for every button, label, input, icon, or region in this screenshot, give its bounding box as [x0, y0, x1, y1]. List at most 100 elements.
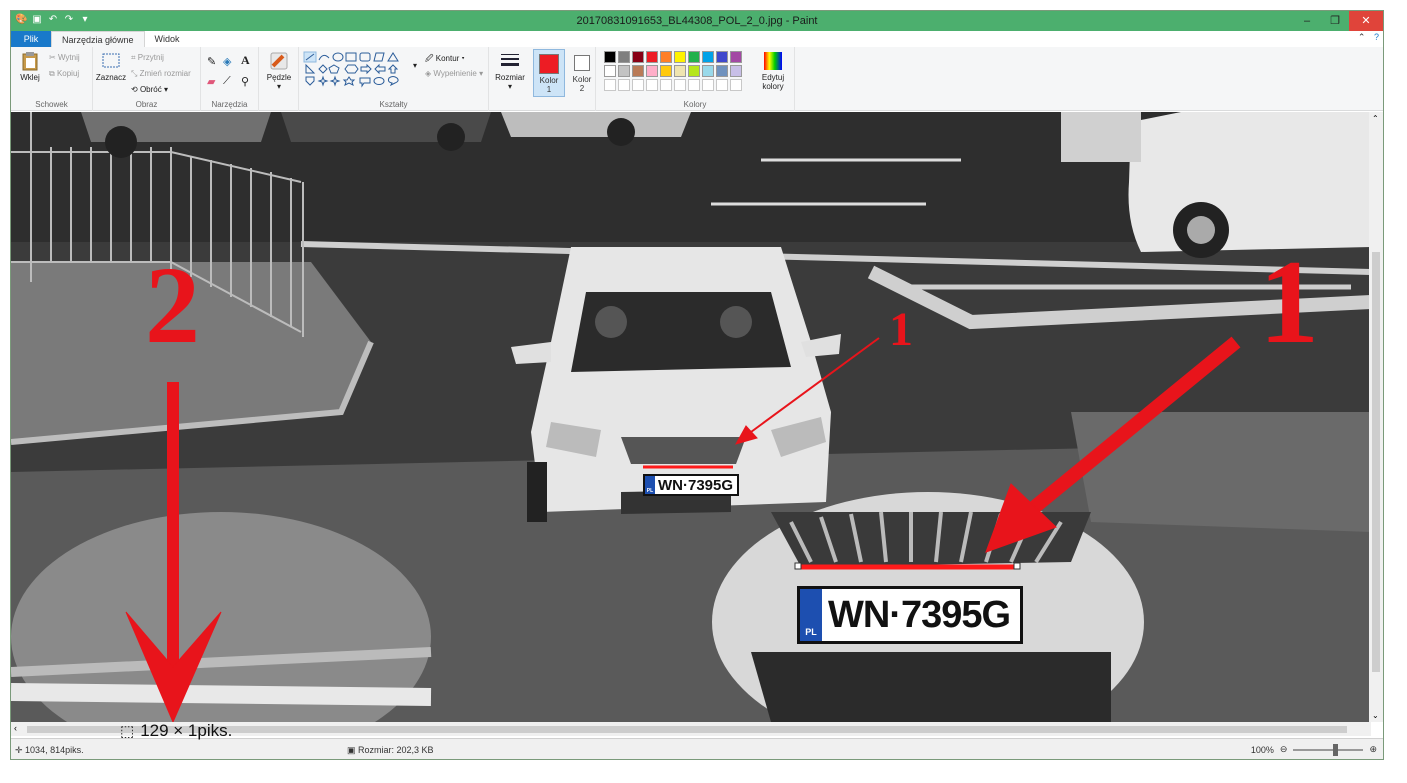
file-size: ▣ Rozmiar: 202,3 KB [347, 745, 434, 755]
maximize-button[interactable]: ❐ [1321, 11, 1349, 31]
rotate-icon: ⟲ [131, 85, 140, 94]
pencil-icon[interactable]: ✎ [207, 55, 216, 68]
scroll-up-icon[interactable]: ⌃ [1372, 114, 1379, 123]
paste-button[interactable]: Wklej [17, 51, 43, 82]
selection-size-readout: ⬚ 129 × 1piks. [120, 721, 233, 740]
palette-swatch[interactable] [730, 65, 742, 77]
group-label-image: Obraz [135, 100, 158, 109]
paint-window: 🎨 ▣ ↶ ↷ ▾ 20170831091653_BL44308_POL_2_0… [10, 10, 1384, 760]
palette-swatch[interactable] [660, 51, 672, 63]
minimize-button[interactable]: – [1293, 11, 1321, 31]
collapse-ribbon-icon[interactable]: ⌃ [1358, 32, 1366, 42]
palette-swatch[interactable] [604, 65, 616, 77]
size-button[interactable]: Rozmiar ▾ [493, 51, 527, 91]
palette-swatch[interactable] [730, 51, 742, 63]
outline-button[interactable]: 🖉 Kontur ▾ [425, 53, 465, 67]
text-tool-icon[interactable]: A [241, 53, 250, 68]
copy-icon: ⧉ [49, 69, 57, 78]
palette-swatch[interactable] [674, 79, 686, 91]
resize-icon: ⤡ [131, 69, 140, 78]
shapes-scroll-icon[interactable]: ▾ [413, 61, 417, 70]
title-bar: 🎨 ▣ ↶ ↷ ▾ 20170831091653_BL44308_POL_2_0… [11, 11, 1383, 31]
palette-swatch[interactable] [604, 79, 616, 91]
close-button[interactable]: ✕ [1349, 11, 1383, 31]
clipboard-icon [22, 52, 38, 71]
ribbon-tabs: Plik Narzędzia główne Widok [11, 31, 1383, 47]
palette-swatch[interactable] [716, 79, 728, 91]
eraser-icon[interactable]: ▰ [207, 75, 215, 88]
palette-swatch[interactable] [646, 65, 658, 77]
palette-swatch[interactable] [604, 51, 616, 63]
vertical-scrollbar[interactable]: ⌃ ⌄ [1369, 112, 1383, 722]
palette-swatch[interactable] [716, 65, 728, 77]
shapes-gallery[interactable] [303, 51, 413, 91]
cut-button[interactable]: ✂ Wytnij [49, 53, 80, 62]
label-1-small: 1 [889, 303, 913, 356]
palette-swatch[interactable] [674, 51, 686, 63]
copy-button[interactable]: ⧉ Kopiuj [49, 69, 79, 79]
palette-swatch[interactable] [646, 79, 658, 91]
palette-swatch[interactable] [674, 65, 686, 77]
palette-swatch[interactable] [702, 79, 714, 91]
scroll-down-icon[interactable]: ⌄ [1372, 711, 1379, 720]
group-colors: Edytuj kolory Kolory [595, 47, 795, 111]
zoom-out-icon[interactable]: ⊖ [1280, 744, 1288, 755]
color-picker-icon[interactable]: ⟋ [223, 75, 231, 88]
crop-icon: ⌗ [131, 53, 138, 62]
label-1-big: 1 [1259, 235, 1319, 368]
group-size: Rozmiar ▾ [489, 47, 531, 111]
zoom-control: 100% ⊖ ⊕ [1250, 743, 1377, 756]
palette-swatch[interactable] [646, 51, 658, 63]
select-rectangle-icon [102, 53, 120, 68]
palette-swatch[interactable] [660, 65, 672, 77]
line-width-icon [501, 54, 519, 66]
palette-swatch[interactable] [688, 79, 700, 91]
group-clipboard: Wklej ✂ Wytnij ⧉ Kopiuj Schowek [11, 47, 93, 111]
palette-swatch[interactable] [716, 51, 728, 63]
window-title: 20170831091653_BL44308_POL_2_0.jpg - Pai… [576, 15, 818, 27]
zoom-level: 100% [1250, 744, 1274, 755]
rotate-button[interactable]: ⟲ Obróć ▾ [131, 85, 168, 94]
zoom-in-icon[interactable]: ⊕ [1369, 744, 1377, 755]
edit-colors-button[interactable]: Edytuj kolory [756, 51, 790, 91]
help-icon[interactable]: ? [1374, 32, 1379, 42]
tab-view[interactable]: Widok [145, 31, 190, 47]
license-plate-zoomed: PL WN·7395G [797, 586, 1023, 644]
palette-swatch[interactable] [660, 79, 672, 91]
select-button[interactable]: Zaznacz [95, 51, 127, 82]
palette-swatch[interactable] [702, 65, 714, 77]
palette-swatch[interactable] [632, 79, 644, 91]
palette-swatch[interactable] [688, 65, 700, 77]
eu-band: PL [645, 476, 655, 494]
zoom-slider[interactable] [1293, 743, 1364, 756]
group-tools: ✎ ◈ A ▰ ⟋ ⚲ Narzędzia [201, 47, 259, 111]
photo-image [11, 112, 1371, 722]
color1-swatch [539, 54, 559, 74]
ribbon: Wklej ✂ Wytnij ⧉ Kopiuj Schowek Zaznacz … [11, 47, 1383, 111]
color-wheel-icon [764, 52, 782, 70]
color1-button[interactable]: Kolor 1 [533, 49, 565, 97]
brushes-button[interactable]: Pędzle ▾ [263, 51, 295, 91]
tab-file[interactable]: Plik [11, 31, 51, 47]
palette-swatch[interactable] [730, 79, 742, 91]
palette-swatch[interactable] [618, 79, 630, 91]
color2-button[interactable]: Kolor 2 [567, 49, 597, 97]
magnifier-icon[interactable]: ⚲ [241, 75, 249, 88]
vertical-scroll-thumb[interactable] [1372, 252, 1380, 672]
crop-button[interactable]: ⌗ Przytnij [131, 53, 164, 63]
scroll-left-icon[interactable]: ‹ [14, 723, 17, 733]
palette-swatch[interactable] [632, 51, 644, 63]
palette-swatch[interactable] [632, 65, 644, 77]
palette-swatch[interactable] [618, 65, 630, 77]
cursor-position: ✛ 1034, 814piks. [15, 745, 84, 755]
fill-bucket-icon[interactable]: ◈ [223, 55, 231, 68]
brush-icon [270, 52, 288, 70]
tab-home[interactable]: Narzędzia główne [51, 31, 145, 47]
drawing-canvas[interactable]: 1 1 2 PL WN·7395G PL WN·7395G [11, 112, 1371, 722]
palette-swatch[interactable] [702, 51, 714, 63]
palette-swatch[interactable] [618, 51, 630, 63]
palette-swatch[interactable] [688, 51, 700, 63]
fill-button[interactable]: ◈ Wypełnienie ▾ [425, 69, 483, 78]
group-label-colors: Kolory [683, 100, 707, 109]
resize-button[interactable]: ⤡ Zmień rozmiar [131, 69, 191, 79]
